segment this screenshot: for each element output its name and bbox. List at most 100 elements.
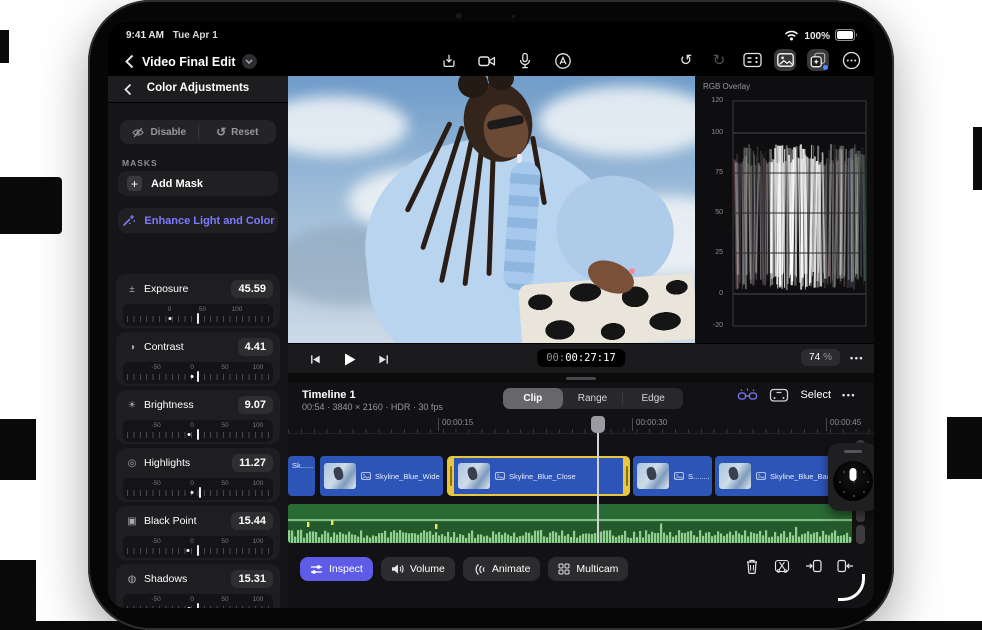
sliders-icon (311, 564, 322, 574)
brightness-value[interactable]: 9.07 (237, 396, 273, 414)
undo-icon[interactable]: ↺ (675, 49, 697, 71)
contrast-icon: ◑ (128, 341, 136, 353)
status-bar: 9:41 AM Tue Apr 1 100% (108, 22, 874, 45)
timeline-vertical-scrollbar[interactable] (856, 525, 865, 544)
ruler-timestamp: 00:00:45 (826, 418, 861, 431)
shadows-value[interactable]: 15.31 (231, 570, 273, 588)
clip-thumbnail (719, 463, 751, 489)
background-window-fragment (0, 30, 9, 63)
disable-button[interactable]: Disable (120, 120, 198, 144)
black-point-slider[interactable]: -50 0 50 100 (123, 536, 273, 558)
mode-clip[interactable]: Clip (503, 388, 563, 409)
brightness-slider[interactable]: -50 0 50 100 (123, 420, 273, 442)
viewer-more-icon[interactable]: ••• (850, 353, 864, 363)
reset-icon: ↺ (216, 125, 227, 139)
enhance-light-color-button[interactable]: Enhance Light and Color (118, 208, 278, 233)
black-point-value[interactable]: 15.44 (231, 512, 273, 530)
highlights-icon: ◎ (127, 457, 137, 469)
timeline-resize-handle[interactable] (566, 377, 596, 380)
effects-browser-icon[interactable] (807, 49, 829, 71)
camera-capture-icon[interactable] (769, 387, 789, 403)
media-browser-icon[interactable] (774, 49, 796, 71)
magic-wand-icon (123, 215, 136, 227)
project-title[interactable]: Video Final Edit (142, 55, 236, 69)
microphone-icon[interactable] (514, 50, 536, 72)
contrast-value[interactable]: 4.41 (237, 338, 273, 356)
black-point-icon: ▣ (127, 515, 137, 527)
multicam-button[interactable]: Multicam (548, 557, 629, 581)
speaker-icon (391, 564, 404, 574)
background-window-fragment (0, 177, 62, 234)
highlights-slider[interactable]: -50 0 50 100 (123, 478, 273, 500)
transport-bar: 00:00:27:17 74% ••• (288, 343, 874, 374)
enhance-glasses-icon[interactable] (737, 387, 758, 403)
adjustment-contrast: ◑ Contrast 4.41 -50 0 50 100 (116, 332, 280, 386)
back-chevron-icon[interactable] (120, 52, 138, 70)
playhead-handle[interactable] (590, 416, 605, 433)
timeline-meta: 00:54 · 3840 × 2160 · HDR · 30 fps (302, 402, 443, 412)
wifi-icon (784, 30, 799, 44)
video-preview[interactable] (288, 76, 695, 343)
inspector-icon[interactable] (741, 49, 763, 71)
video-track: Sk...... Skyline_Blue_Wide Skyline_Blue_… (288, 456, 874, 496)
timeline-more-icon[interactable]: ••• (842, 390, 856, 400)
timeline-clip-selected[interactable]: Skyline_Blue_Close (447, 456, 630, 496)
timeline-ruler[interactable]: 00:00:15 00:00:30 00:00:45 (288, 415, 874, 434)
trash-icon[interactable] (745, 558, 759, 574)
timeline-clip[interactable]: Sk...... (288, 456, 315, 496)
picture-icon (674, 467, 684, 485)
annotate-icon[interactable] (552, 50, 574, 72)
adjustment-shadows: ◍ Shadows 15.31 -50 0 50 100 (116, 564, 280, 608)
split-clip-icon[interactable] (774, 558, 790, 574)
mode-edge[interactable]: Edge (623, 388, 683, 409)
picture-icon (361, 467, 371, 485)
adjustment-label: Exposure (144, 283, 189, 295)
exposure-slider[interactable]: 0 50 100 (123, 304, 273, 326)
adjustment-black-point: ▣ Black Point 15.44 -50 0 50 100 (116, 506, 280, 560)
picture-icon (756, 467, 766, 485)
contrast-slider[interactable]: -50 0 50 100 (123, 362, 273, 384)
timecode-display[interactable]: 00:00:27:17 (537, 349, 625, 367)
shadows-icon: ◍ (127, 573, 137, 585)
insert-clip-icon[interactable] (805, 558, 822, 574)
volume-button[interactable]: Volume (380, 557, 455, 581)
exposure-value[interactable]: 45.59 (231, 280, 273, 298)
viewer-zoom-button[interactable]: 74% (801, 349, 841, 366)
mode-range[interactable]: Range (563, 388, 623, 409)
more-options-icon[interactable] (840, 49, 862, 71)
record-video-icon[interactable] (476, 50, 498, 72)
trim-handle-left[interactable] (447, 456, 454, 496)
scope-waveform (732, 100, 867, 327)
trim-handle-right[interactable] (623, 456, 630, 496)
playhead-line[interactable] (597, 416, 599, 543)
export-icon[interactable] (438, 50, 460, 72)
adjustment-label: Shadows (144, 573, 188, 585)
brightness-icon: ☀ (127, 399, 137, 411)
highlights-value[interactable]: 11.27 (232, 454, 273, 472)
clip-thumbnail (637, 463, 669, 489)
timeline-clip[interactable]: S........ (633, 456, 712, 496)
animate-icon (475, 563, 485, 575)
plus-icon: + (127, 176, 142, 191)
jog-wheel[interactable] (828, 443, 874, 511)
inspect-button[interactable]: Inspect (300, 557, 373, 581)
status-date: Tue Apr 1 (172, 30, 218, 41)
timeline-clip[interactable]: Skyline_Blue_Wide (320, 456, 443, 496)
shadows-slider[interactable]: -50 0 50 100 (123, 594, 273, 608)
select-button[interactable]: Select (800, 389, 831, 401)
project-menu-chevron-icon[interactable] (241, 54, 257, 69)
next-frame-icon[interactable] (372, 348, 394, 370)
ipad-device-frame: 9:41 AM Tue Apr 1 100% Video Final Edit (88, 0, 894, 630)
timeline-name: Timeline 1 (302, 389, 356, 401)
play-icon[interactable] (338, 348, 360, 370)
previous-frame-icon[interactable] (304, 348, 326, 370)
rgb-overlay-scope: RGB Overlay 120 100 75 50 25 0 -20 (695, 76, 874, 343)
adjustment-brightness: ☀ Brightness 9.07 -50 0 50 100 (116, 390, 280, 444)
audio-track[interactable] (288, 504, 852, 543)
animate-button[interactable]: Animate (462, 557, 541, 581)
add-mask-button[interactable]: + Add Mask (118, 171, 278, 196)
reset-button[interactable]: ↺ Reset (199, 120, 277, 144)
overwrite-clip-icon[interactable] (837, 558, 854, 574)
ruler-timestamp: 00:00:30 (632, 418, 667, 431)
adjustment-label: Brightness (144, 399, 194, 411)
